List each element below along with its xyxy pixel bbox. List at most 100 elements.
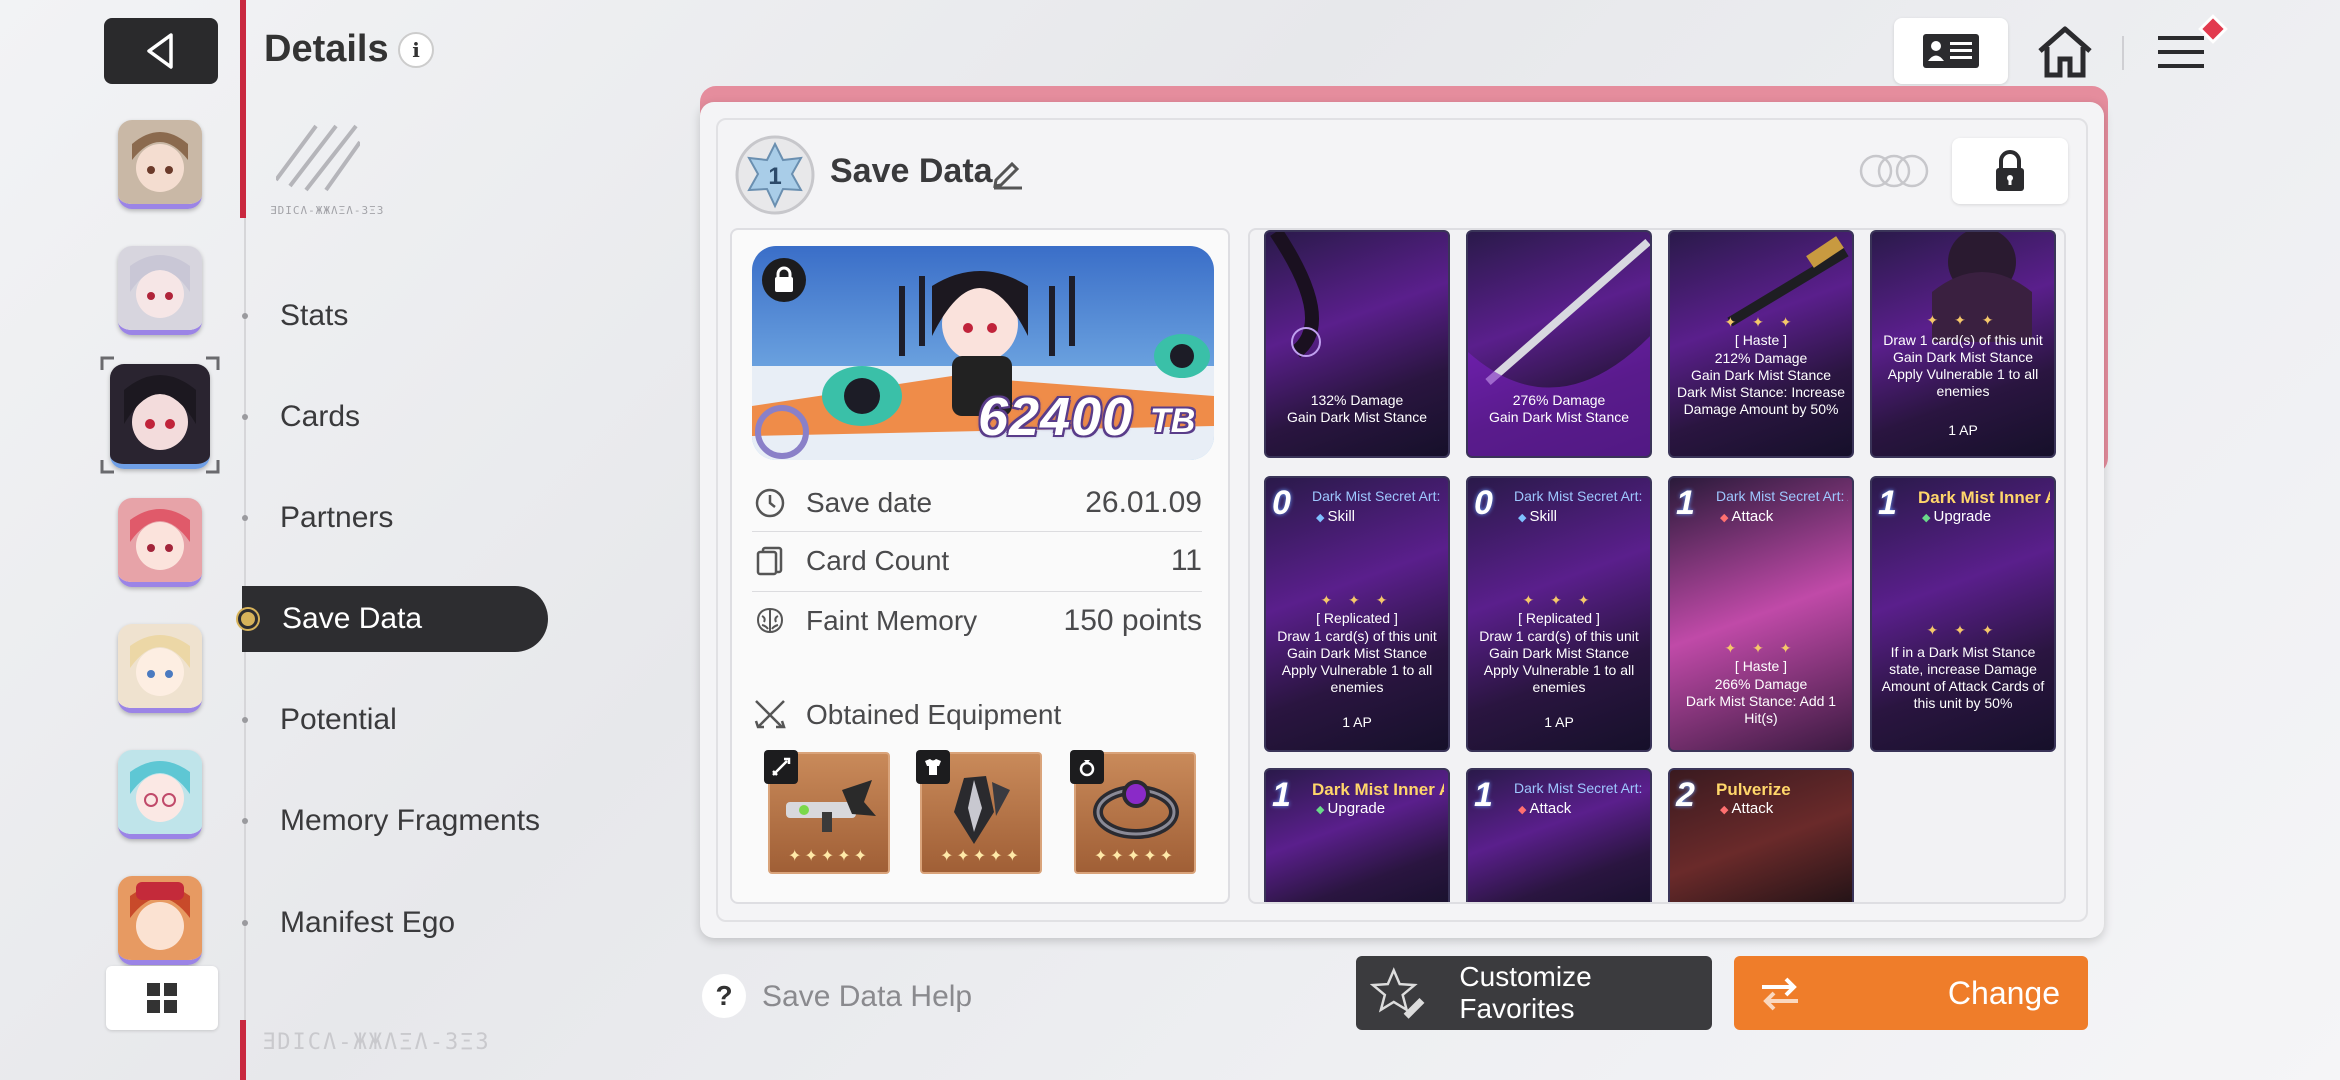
info-icon[interactable]: i <box>398 32 434 68</box>
home-icon <box>2038 26 2092 78</box>
clock-icon <box>752 485 788 521</box>
equipment-stars: ✦✦✦✦✦ <box>939 848 1023 865</box>
equipment-ring[interactable]: ✦✦✦✦✦ <box>1070 750 1196 874</box>
help-icon[interactable]: ? <box>702 974 746 1018</box>
banner-lock-icon[interactable] <box>762 258 806 302</box>
card-cost: 1 <box>1272 776 1291 814</box>
character-portrait-5[interactable] <box>118 624 202 713</box>
nav-label: Memory Fragments <box>280 804 541 837</box>
row-divider <box>752 531 1202 532</box>
nav-bullet <box>242 717 248 723</box>
card-type: Skill <box>1518 508 1558 525</box>
card-ap: 1 AP <box>1342 714 1372 730</box>
card-name: Dark Mist Secret Art: Black Dance <box>1514 780 1646 796</box>
nav-label: Save Data <box>282 602 423 635</box>
character-portrait-selected[interactable] <box>110 364 210 469</box>
card-count-value: 11 <box>1170 544 1202 577</box>
grid-icon <box>147 983 177 1013</box>
card-tile[interactable]: 276% Damage Gain Dark Mist Stance <box>1466 230 1652 458</box>
page-title: Details <box>264 28 389 70</box>
card-type: Upgrade <box>1316 800 1386 817</box>
card-text: Draw 1 card(s) of this unit Gain Dark Mi… <box>1479 628 1639 695</box>
nav-item-memory-fragments[interactable]: Memory Fragments <box>242 788 540 854</box>
rank-badge-icon: 1 <box>735 135 815 215</box>
nav-bullet <box>242 313 248 319</box>
star-edit-icon <box>1370 967 1425 1019</box>
grid-view-button[interactable] <box>106 966 218 1030</box>
card-tag: [ Haste ] <box>1734 658 1788 674</box>
accent-divider-bottom <box>240 1020 246 1080</box>
nav-bullet <box>242 818 248 824</box>
row-divider <box>752 591 1202 592</box>
crossed-swords-icon <box>754 700 786 729</box>
id-card-icon <box>1923 34 1979 68</box>
card-tag: [ Haste ] <box>1734 332 1788 348</box>
nav-item-partners[interactable]: Partners <box>242 485 393 551</box>
nav-item-cards[interactable]: Cards <box>242 384 360 450</box>
menu-button[interactable] <box>2150 14 2230 86</box>
card-cost: 0 <box>1474 484 1493 522</box>
nav-item-save-data[interactable]: Save Data <box>238 586 548 652</box>
character-portrait-7[interactable] <box>118 876 202 965</box>
nav-label: Stats <box>280 299 349 332</box>
card-name: Dark Mist Secret Art: Destruction <box>1312 488 1444 504</box>
edit-pencil-icon[interactable] <box>990 156 1024 190</box>
nav-label: Potential <box>280 703 397 736</box>
card-tile[interactable]: 1 Dark Mist Inner Art Upgrade <box>1264 768 1450 902</box>
customize-favorites-label: Customize Favorites <box>1459 961 1592 1024</box>
equipment-stars: ✦✦✦✦✦ <box>1093 848 1177 865</box>
card-tag: [ Replicated ] <box>1518 610 1600 626</box>
customize-favorites-button[interactable]: Customize Favorites <box>1356 956 1712 1030</box>
save-data-help-link[interactable]: Save Data Help <box>762 980 972 1014</box>
lock-button[interactable] <box>1952 138 2068 204</box>
card-ap: 1 AP <box>1544 714 1574 730</box>
card-tile[interactable]: ✦ ✦ ✦ Draw 1 card(s) of this unit Gain D… <box>1870 230 2056 458</box>
accent-divider <box>240 0 246 218</box>
rank-value: 1 <box>768 163 781 190</box>
faint-memory-value: 150 points <box>1063 604 1202 637</box>
card-tile[interactable]: 132% Damage Gain Dark Mist Stance <box>1264 230 1450 458</box>
faint-memory-label: Faint Memory <box>806 605 978 636</box>
profile-card-button[interactable] <box>1894 18 2008 84</box>
change-label: Change <box>1947 974 2060 1011</box>
equipment-stars: ✦✦✦✦✦ <box>787 848 871 865</box>
footer-logo-text: ƎDICɅ-ЖЖɅΞɅ-ЗΞЗ <box>262 1030 491 1055</box>
card-name: Pulverize <box>1716 780 1791 799</box>
nav-item-potential[interactable]: Potential <box>242 687 397 753</box>
character-portrait-2[interactable] <box>118 246 202 335</box>
save-date-value: 26.01.09 <box>1085 486 1202 519</box>
character-portrait-1[interactable] <box>118 120 202 209</box>
card-tile[interactable]: 0 Dark Mist Secret Art: Destruction Skil… <box>1264 476 1450 752</box>
character-portrait-6[interactable] <box>118 750 202 839</box>
nav-bullet <box>242 414 248 420</box>
nav-label: Partners <box>280 501 394 534</box>
card-tile[interactable]: 1 Dark Mist Inner Art Upgrade ✦ ✦ ✦ If i… <box>1870 476 2056 752</box>
card-tile[interactable]: 1 Dark Mist Secret Art: Black Dance Atta… <box>1466 768 1652 902</box>
card-type: Skill <box>1316 508 1356 525</box>
card-cost: 2 <box>1676 776 1695 814</box>
character-portrait-4[interactable] <box>118 498 202 587</box>
back-button[interactable] <box>104 18 218 84</box>
card-tile[interactable]: 2 Pulverize Attack <box>1668 768 1854 902</box>
card-text: 212% Damage Gain Dark Mist Stance Dark M… <box>1676 350 1846 417</box>
nav-bullet-active <box>238 609 258 629</box>
change-button[interactable]: Change <box>1734 956 2088 1030</box>
nav-item-manifest-ego[interactable]: Manifest Ego <box>242 890 455 956</box>
nav-item-stats[interactable]: Stats <box>242 283 348 349</box>
card-type: Attack <box>1720 508 1774 525</box>
card-tile[interactable]: 1 Dark Mist Secret Art: Annihilation Att… <box>1668 476 1854 752</box>
card-text: 276% Damage Gain Dark Mist Stance <box>1488 392 1630 425</box>
card-count-row: Card Count 11 <box>752 533 1202 589</box>
card-tile[interactable]: 0 Dark Mist Secret Art: Destruction Skil… <box>1466 476 1652 752</box>
lock-icon <box>1996 150 2024 191</box>
brain-icon <box>752 603 788 639</box>
card-tile[interactable]: ✦ ✦ ✦ [ Haste ] 212% Damage Gain Dark Mi… <box>1668 230 1854 458</box>
save-date-label: Save date <box>806 487 933 518</box>
equipment-weapon[interactable]: ✦✦✦✦✦ <box>764 750 890 874</box>
logo-text: ƎDICɅ-ЖЖɅΞɅ-ЗΞЗ <box>270 204 385 217</box>
nav-label: Cards <box>280 400 361 433</box>
tb-unit: TB <box>1150 402 1196 440</box>
home-button[interactable] <box>2032 22 2098 82</box>
tb-value: 62400 <box>978 387 1134 447</box>
equipment-armor[interactable]: ✦✦✦✦✦ <box>916 750 1042 874</box>
